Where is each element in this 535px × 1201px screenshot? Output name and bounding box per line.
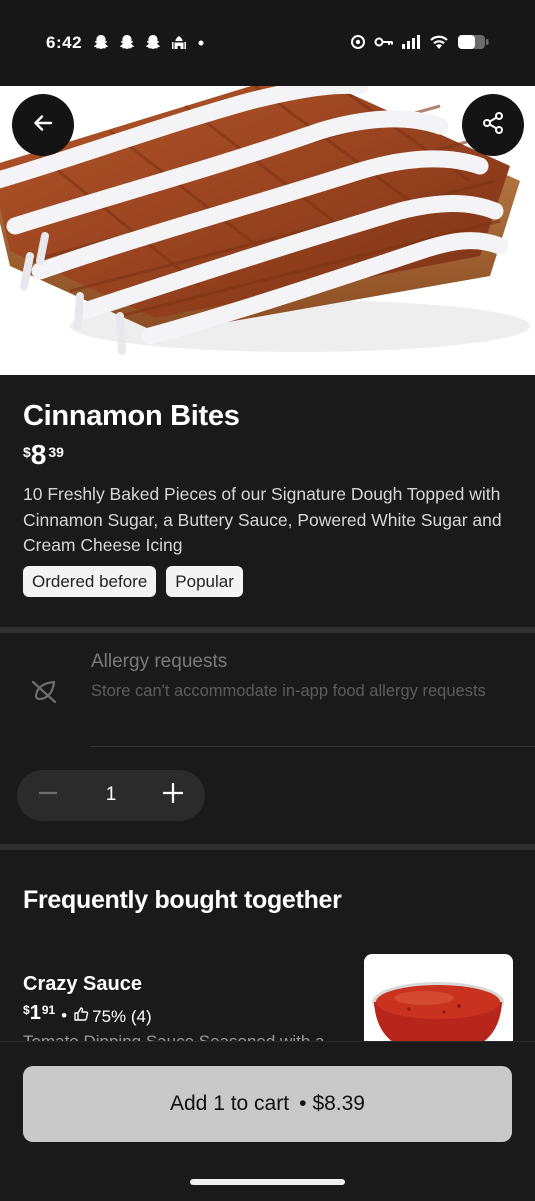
frequently-bought-title: Frequently bought together: [23, 886, 342, 914]
sauce-cup-photo: [372, 982, 504, 1054]
plus-icon: [162, 782, 184, 809]
suggested-item-image: [364, 954, 513, 1054]
key-icon: [374, 33, 394, 56]
suggested-item-name: Crazy Sauce: [23, 973, 142, 995]
suggested-item-rating: 75% (4): [73, 1006, 152, 1027]
location-target-icon: [349, 33, 367, 56]
status-time: 6:42: [46, 33, 83, 52]
status-notification-icons: [92, 33, 206, 56]
meta-separator: •: [61, 1006, 68, 1025]
quantity-stepper: 1: [17, 770, 205, 821]
snapchat-icon: [118, 33, 136, 56]
arrow-left-icon: [32, 112, 54, 139]
cart-separator: •: [299, 1092, 307, 1115]
price-currency: $: [23, 444, 31, 460]
add-to-cart-label: Add 1 to cart: [170, 1092, 290, 1115]
price-cents: 91: [41, 1003, 56, 1017]
increase-quantity-button[interactable]: [162, 782, 184, 809]
cart-total: $8.39: [312, 1092, 365, 1115]
add-to-cart-button[interactable]: Add 1 to cart • $8.39: [23, 1066, 512, 1142]
badge-popular: Popular: [166, 566, 243, 597]
item-title: Cinnamon Bites: [23, 400, 240, 432]
item-price: $ 8 39: [23, 440, 64, 470]
share-button[interactable]: [462, 94, 524, 156]
signal-icon: [401, 33, 421, 56]
share-icon: [481, 111, 505, 140]
item-hero-image: [0, 86, 535, 375]
price-currency: $: [23, 1003, 30, 1017]
price-dollars: 1: [29, 1002, 41, 1024]
status-bar: 6:42: [0, 0, 535, 86]
status-system-icons: [349, 33, 489, 56]
suggested-item-meta: $ 1 91 • 75% (4): [23, 1002, 152, 1027]
dot-icon: [196, 33, 206, 56]
allergy-divider: [91, 746, 535, 747]
thumbs-up-icon: [73, 1006, 89, 1027]
item-badges: Ordered before Popular: [23, 566, 243, 597]
section-divider: [0, 844, 535, 850]
leaf-slash-icon: [30, 675, 60, 710]
item-description: 10 Freshly Baked Pieces of our Signature…: [23, 484, 502, 555]
allergy-requests-subtitle: Store can't accommodate in-app food alle…: [91, 682, 486, 700]
back-button[interactable]: [12, 94, 74, 156]
cinnamon-bites-photo: [0, 86, 530, 355]
allergy-requests-title: Allergy requests: [91, 651, 228, 672]
rating-text: 75% (4): [92, 1006, 152, 1026]
badge-ordered-before: Ordered before: [23, 566, 157, 597]
mosque-icon: [170, 33, 188, 56]
snapchat-icon: [144, 33, 162, 56]
price-cents: 39: [48, 444, 64, 460]
home-indicator[interactable]: [190, 1179, 345, 1185]
wifi-icon: [428, 33, 450, 56]
snapchat-icon: [92, 33, 110, 56]
section-divider: [0, 627, 535, 633]
price-dollars: 8: [30, 439, 47, 470]
battery-icon: [457, 33, 489, 56]
